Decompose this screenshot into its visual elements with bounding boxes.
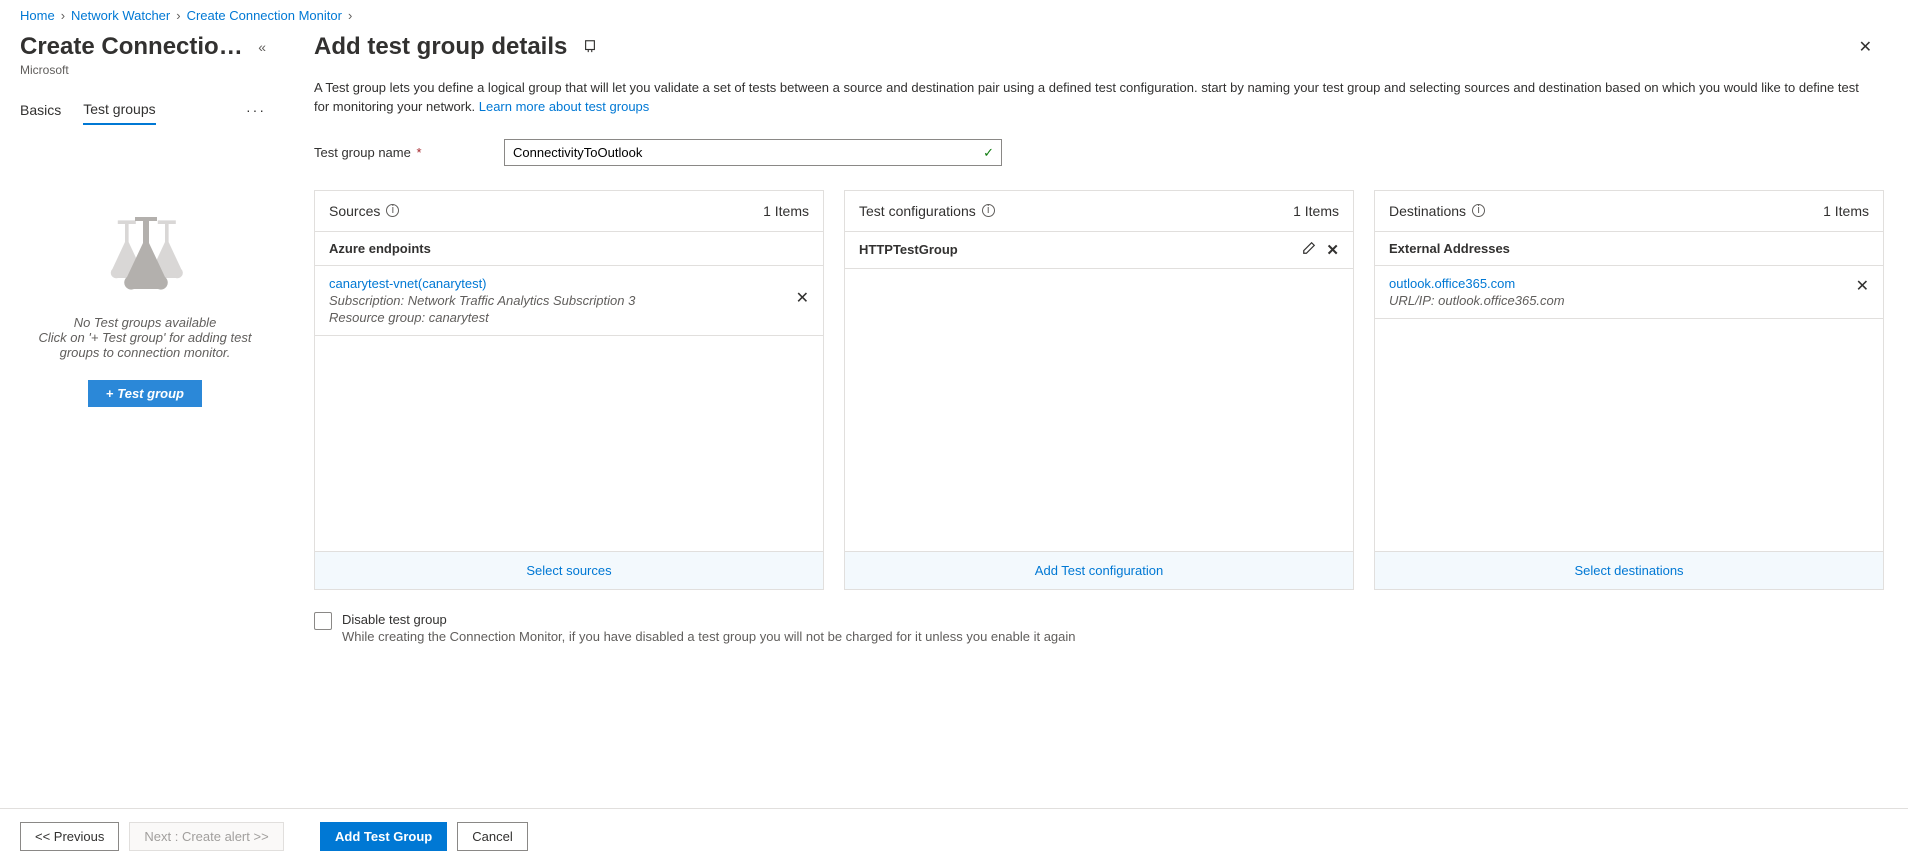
- disable-test-group-checkbox[interactable]: [314, 612, 332, 630]
- learn-more-link[interactable]: Learn more about test groups: [479, 99, 650, 114]
- info-icon[interactable]: i: [982, 204, 995, 217]
- empty-state-line2: Click on '+ Test group' for adding test …: [20, 330, 270, 360]
- chevron-right-icon: ›: [176, 8, 180, 23]
- empty-state: No Test groups available Click on '+ Tes…: [20, 215, 270, 407]
- sources-subhead: Azure endpoints: [315, 232, 823, 266]
- test-configurations-panel: Test configurations i 1 Items HTTPTestGr…: [844, 190, 1354, 590]
- disable-test-group-row: Disable test group While creating the Co…: [314, 612, 1884, 644]
- test-configurations-title: Test configurations: [859, 203, 976, 219]
- cancel-button[interactable]: Cancel: [457, 822, 527, 851]
- required-asterisk: *: [413, 145, 422, 160]
- breadcrumb-network-watcher[interactable]: Network Watcher: [71, 8, 170, 23]
- remove-source-icon[interactable]: ✕: [796, 288, 809, 308]
- side-panel-title: Create Connection…: [20, 33, 254, 61]
- test-configurations-count: 1 Items: [1293, 203, 1339, 219]
- sources-panel: Sources i 1 Items Azure endpoints canary…: [314, 190, 824, 590]
- chevron-right-icon: ›: [61, 8, 65, 23]
- description: A Test group lets you define a logical g…: [314, 79, 1874, 117]
- remove-test-config-icon[interactable]: ✕: [1326, 241, 1339, 259]
- add-test-configuration-link[interactable]: Add Test configuration: [1035, 563, 1163, 578]
- side-panel: Create Connection… « Microsoft Basics Te…: [0, 27, 290, 863]
- more-icon[interactable]: ···: [242, 98, 270, 122]
- previous-button[interactable]: << Previous: [20, 822, 119, 851]
- remove-destination-icon[interactable]: ✕: [1856, 276, 1869, 296]
- breadcrumb-create-connection-monitor[interactable]: Create Connection Monitor: [187, 8, 342, 23]
- tab-test-groups[interactable]: Test groups: [83, 95, 155, 125]
- source-entry: canarytest-vnet(canarytest) Subscription…: [315, 266, 823, 336]
- test-group-name-label: Test group name *: [314, 145, 504, 160]
- destination-detail: URL/IP: outlook.office365.com: [1389, 293, 1565, 308]
- disable-label: Disable test group: [342, 612, 1076, 627]
- source-resource-group: Resource group: canarytest: [329, 310, 635, 325]
- test-group-name-row: Test group name * ✓: [314, 139, 1884, 166]
- pin-icon[interactable]: [583, 39, 597, 56]
- edit-icon[interactable]: [1302, 241, 1316, 259]
- main-blade: ✕ Add test group details A Test group le…: [290, 27, 1908, 863]
- bottom-bar: << Previous Next : Create alert >> Add T…: [0, 808, 1908, 864]
- check-icon: ✓: [983, 145, 994, 161]
- tab-basics[interactable]: Basics: [20, 96, 61, 124]
- test-config-name: HTTPTestGroup: [859, 242, 958, 257]
- side-tabs: Basics Test groups ···: [20, 95, 270, 125]
- breadcrumb-home[interactable]: Home: [20, 8, 55, 23]
- page-title: Add test group details: [314, 33, 567, 61]
- destinations-subhead: External Addresses: [1375, 232, 1883, 266]
- destinations-count: 1 Items: [1823, 203, 1869, 219]
- destination-link[interactable]: outlook.office365.com: [1389, 276, 1515, 291]
- next-button: Next : Create alert >>: [129, 822, 283, 851]
- select-destinations-link[interactable]: Select destinations: [1574, 563, 1683, 578]
- source-subscription: Subscription: Network Traffic Analytics …: [329, 293, 635, 308]
- test-group-name-input[interactable]: [504, 139, 1002, 166]
- collapse-icon[interactable]: «: [254, 35, 270, 59]
- add-test-group-submit-button[interactable]: Add Test Group: [320, 822, 447, 851]
- sources-title: Sources: [329, 203, 380, 219]
- empty-state-line1: No Test groups available: [20, 315, 270, 330]
- destination-entry: outlook.office365.com URL/IP: outlook.of…: [1375, 266, 1883, 319]
- info-icon[interactable]: i: [386, 204, 399, 217]
- info-icon[interactable]: i: [1472, 204, 1485, 217]
- test-config-row: HTTPTestGroup ✕: [845, 232, 1353, 269]
- disable-hint: While creating the Connection Monitor, i…: [342, 629, 1076, 644]
- add-test-group-button[interactable]: Test group: [88, 380, 202, 407]
- breadcrumb: Home › Network Watcher › Create Connecti…: [0, 0, 1908, 27]
- chevron-right-icon: ›: [348, 8, 352, 23]
- source-link[interactable]: canarytest-vnet(canarytest): [329, 276, 487, 291]
- side-panel-subtitle: Microsoft: [20, 63, 270, 77]
- select-sources-link[interactable]: Select sources: [526, 563, 611, 578]
- destinations-title: Destinations: [1389, 203, 1466, 219]
- close-icon[interactable]: ✕: [1859, 37, 1872, 57]
- beaker-icon: [20, 215, 270, 295]
- destinations-panel: Destinations i 1 Items External Addresse…: [1374, 190, 1884, 590]
- sources-count: 1 Items: [763, 203, 809, 219]
